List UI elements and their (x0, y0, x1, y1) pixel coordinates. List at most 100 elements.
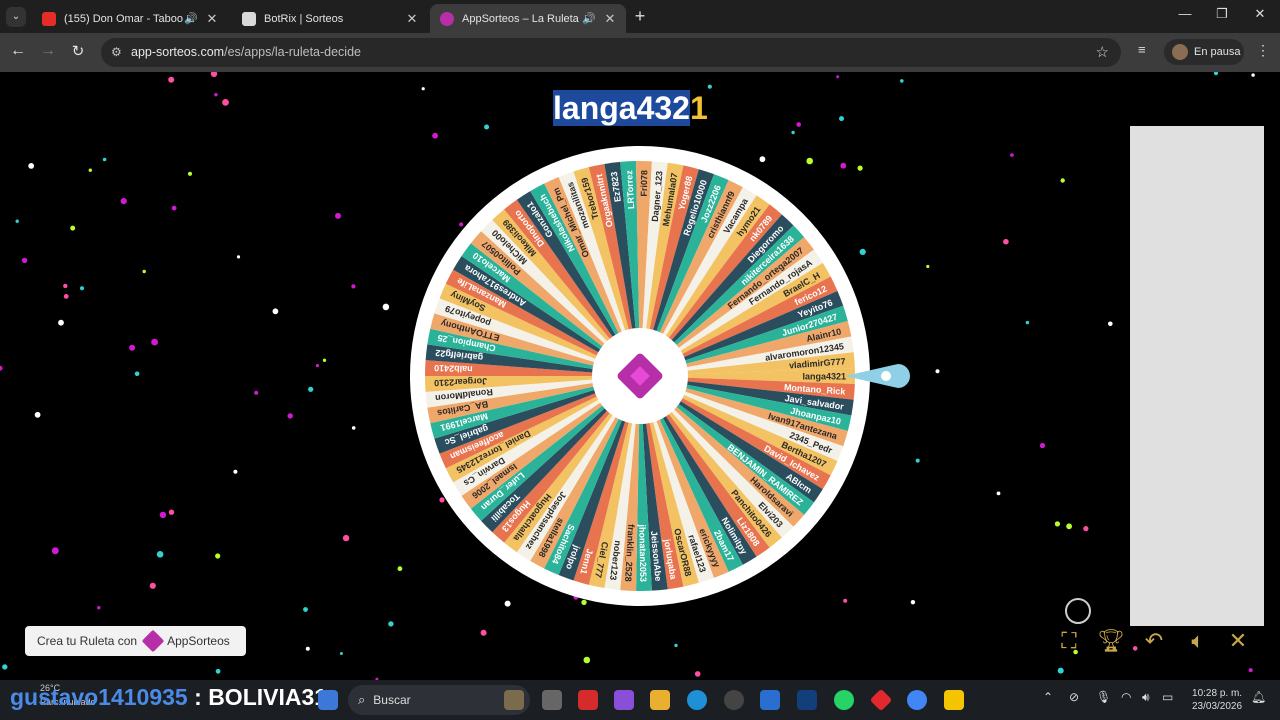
side-panel (1130, 126, 1264, 626)
speaker-icon[interactable]: 🔊︎ (1142, 690, 1150, 705)
browser-toolbar: ← → ↻ ⚙ app-sorteos.com/es/apps/la-rulet… (0, 33, 1280, 72)
whatsapp-icon[interactable] (834, 690, 854, 710)
confetti-dot (342, 534, 350, 542)
fullscreen-icon[interactable]: ⛶ (1055, 628, 1083, 654)
confetti-dot (214, 93, 218, 97)
confetti-dot (63, 294, 69, 299)
confetti-dot (322, 358, 327, 362)
edge-icon[interactable] (687, 690, 707, 710)
confetti-dot (21, 257, 28, 264)
task-view-icon[interactable] (542, 690, 562, 710)
winner-selected-text: langa432 (553, 90, 690, 126)
wifi-icon[interactable]: ◠ (1121, 690, 1131, 704)
bookmark-star-icon[interactable]: ☆ (1096, 43, 1109, 61)
wheel-entry-label: nalb2410 (434, 363, 473, 374)
battery-icon[interactable]: ▭ (1162, 690, 1173, 704)
close-tab-icon[interactable]: ✕ (404, 11, 420, 27)
close-tab-icon[interactable]: ✕ (204, 11, 220, 27)
tray-app-icon[interactable]: ⊘ (1069, 690, 1079, 704)
copilot-icon[interactable] (614, 690, 634, 710)
avatar (1172, 44, 1188, 60)
confetti-dot (926, 264, 930, 269)
sticky-notes-icon[interactable] (944, 690, 964, 710)
appsorteos-logo-icon (141, 629, 165, 653)
confetti-dot (900, 79, 904, 83)
system-clock[interactable]: 10:28 p. m. 23/03/2026 (1192, 687, 1242, 713)
confetti-dot (935, 369, 940, 374)
chat-separator: : (187, 684, 209, 710)
confetti-dot (339, 652, 343, 655)
minimize-icon[interactable]: — (1170, 6, 1200, 21)
confetti-dot (759, 156, 766, 163)
forward-icon[interactable]: → (38, 42, 58, 60)
confetti-dot (254, 390, 259, 395)
confetti-dot (382, 303, 390, 311)
confetti-dot (102, 157, 107, 162)
anydesk-icon[interactable] (869, 688, 893, 712)
confetti-dot (843, 598, 848, 603)
confetti-dot (915, 458, 920, 463)
confetti-dot (796, 122, 801, 127)
confetti-dot (129, 344, 136, 351)
page-content: langa4321 Montano_Rick Javi_salvador Jhoanp… (0, 72, 1280, 680)
confetti-dot (335, 212, 341, 219)
confetti-dot (504, 600, 511, 607)
reload-icon[interactable]: ↻ (68, 42, 88, 60)
taskbar-search[interactable]: ⌕ Buscar (348, 685, 530, 715)
confetti-dot (303, 607, 308, 612)
site-info-icon[interactable]: ⚙ (111, 45, 122, 59)
menu-icon[interactable]: ⋮ (1256, 42, 1270, 59)
tab-youtube[interactable]: (155) Don Omar - Taboo - Y 🔊 ✕ (32, 4, 228, 33)
confetti-dot (88, 168, 93, 172)
settings-icon[interactable] (724, 690, 744, 710)
new-tab-button[interactable]: + (630, 6, 650, 27)
confetti-dot (2, 664, 8, 670)
netflix-icon[interactable] (578, 690, 598, 710)
confetti-dot (1248, 668, 1253, 673)
confetti-dot (168, 76, 175, 83)
tab-botrix[interactable]: BotRix | Sorteos ✕ (232, 4, 428, 33)
trophy-icon[interactable]: 🏆︎ (1097, 628, 1125, 654)
microphone-icon[interactable]: 🎙︎ (1096, 690, 1111, 704)
confetti-dot (1054, 521, 1060, 527)
media-controls-icon[interactable]: ≡ (1138, 42, 1146, 57)
disney-icon[interactable] (797, 690, 817, 710)
maximize-icon[interactable]: ❐ (1207, 6, 1237, 22)
wheel-canvas[interactable]: langa4321Montano_RickJavi_salvadorJhoanp… (0, 72, 1280, 680)
close-window-icon[interactable]: ✕ (1245, 6, 1275, 22)
chrome-icon[interactable] (907, 690, 927, 710)
confetti-dot (910, 600, 916, 605)
wheel-entry-label: Fri078 (639, 170, 649, 197)
appsorteos-icon (440, 11, 454, 26)
file-explorer-icon[interactable] (650, 690, 670, 710)
start-icon[interactable] (318, 690, 338, 710)
volume-icon[interactable]: 🔈︎ (1184, 628, 1212, 654)
confetti-dot (80, 286, 84, 291)
undo-icon[interactable]: ↶ (1140, 628, 1168, 654)
loading-spinner-icon (1065, 598, 1091, 624)
create-wheel-banner[interactable]: Crea tu Ruleta con AppSorteos (25, 626, 246, 656)
speaker-icon[interactable]: 🔊 (582, 12, 596, 25)
confetti-dot (187, 171, 193, 176)
confetti-dot (351, 284, 356, 289)
youtube-icon (42, 11, 56, 26)
tray-chevron-icon[interactable]: ⌃ (1043, 690, 1053, 704)
tab-strip: ⌄ (155) Don Omar - Taboo - Y 🔊 ✕ BotRix … (0, 0, 1280, 33)
close-tab-icon[interactable]: ✕ (602, 11, 618, 27)
store-icon[interactable] (760, 690, 780, 710)
confetti-dot (233, 469, 238, 474)
close-icon[interactable]: ✕ (1224, 628, 1252, 654)
tab-search-icon[interactable]: ⌄ (6, 7, 26, 27)
confetti-dot (1025, 320, 1030, 325)
confetti-dot (210, 72, 218, 77)
tab-appsorteos[interactable]: AppSorteos – La Ruleta de 🔊 ✕ (430, 4, 626, 33)
notifications-icon[interactable]: 🔔︎ (1251, 690, 1266, 704)
address-bar[interactable]: ⚙ app-sorteos.com/es/apps/la-ruleta-deci… (101, 38, 1121, 67)
profile-button[interactable]: En pausa (1164, 39, 1244, 65)
back-icon[interactable]: ← (8, 42, 28, 60)
confetti-dot (58, 319, 64, 326)
search-placeholder: Buscar (373, 693, 411, 707)
confetti-dot (63, 283, 68, 289)
confetti-dot (836, 75, 840, 79)
speaker-icon[interactable]: 🔊 (184, 12, 198, 25)
